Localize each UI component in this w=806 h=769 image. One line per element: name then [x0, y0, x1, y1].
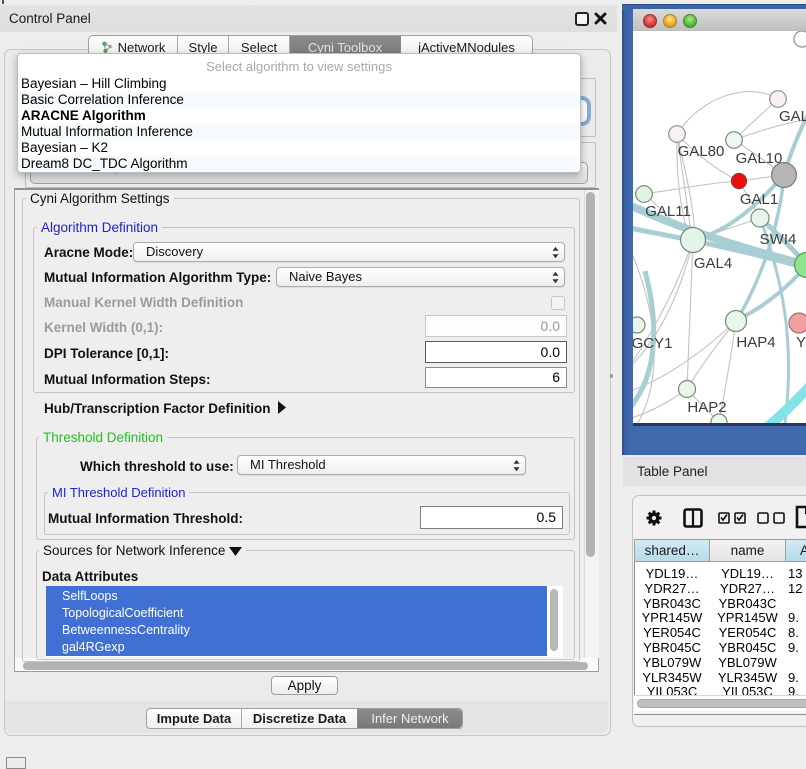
svg-text:GAL1: GAL1: [740, 191, 778, 208]
svg-text:GAL80: GAL80: [678, 143, 725, 160]
svg-text:SWI4: SWI4: [760, 231, 797, 248]
svg-text:GAL7: GAL7: [779, 108, 806, 125]
svg-text:HAP4: HAP4: [736, 334, 775, 351]
svg-text:YJ: YJ: [796, 334, 806, 351]
svg-text:GAL10: GAL10: [736, 150, 783, 167]
svg-text:HAP2: HAP2: [687, 399, 726, 416]
svg-text:GAL4: GAL4: [694, 255, 732, 272]
svg-text:GCY1: GCY1: [633, 335, 672, 352]
svg-text:GAL11: GAL11: [645, 203, 691, 220]
